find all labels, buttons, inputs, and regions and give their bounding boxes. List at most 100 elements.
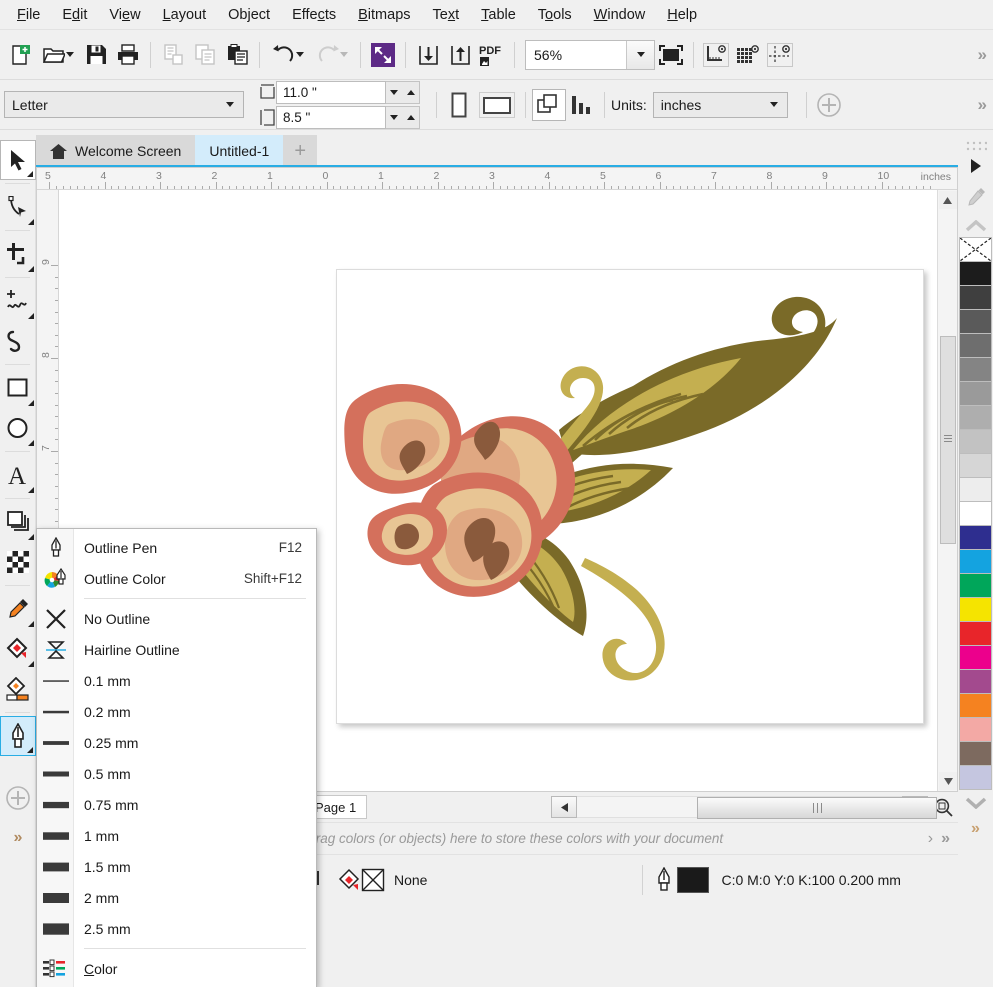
show-grid-button[interactable] xyxy=(732,38,764,72)
pick-tool[interactable] xyxy=(0,140,36,180)
undo-button[interactable] xyxy=(266,38,310,72)
page-height-field[interactable]: 8.5 " xyxy=(276,106,386,129)
palette-swatch[interactable] xyxy=(959,357,992,382)
page-width-field[interactable]: 11.0 " xyxy=(276,81,386,104)
menu-item-1-5-mm[interactable]: 1.5 mm xyxy=(37,851,316,882)
toolbox-overflow-button[interactable]: » xyxy=(0,818,36,858)
portrait-orientation-button[interactable] xyxy=(443,88,475,122)
freehand-tool-flyout[interactable] xyxy=(28,313,34,319)
menu-item-1-mm[interactable]: 1 mm xyxy=(37,820,316,851)
menu-item-0-2-mm[interactable]: 0.2 mm xyxy=(37,696,316,727)
menu-item-0-1-mm[interactable]: 0.1 mm xyxy=(37,665,316,696)
toolbar-overflow-button[interactable]: » xyxy=(978,45,987,65)
publish-pdf-button[interactable]: PDF xyxy=(476,38,508,72)
shape-tool[interactable] xyxy=(0,187,36,227)
landscape-orientation-button[interactable] xyxy=(475,88,519,122)
palette-swatch[interactable] xyxy=(959,693,992,718)
palette-swatch[interactable] xyxy=(959,717,992,742)
palette-swatch[interactable] xyxy=(959,597,992,622)
new-document-button[interactable] xyxy=(4,38,36,72)
canvas-vertical-scrollbar[interactable] xyxy=(937,190,957,791)
palette-swatch[interactable] xyxy=(959,573,992,598)
palette-swatch[interactable] xyxy=(959,429,992,454)
palette-swatch[interactable] xyxy=(959,405,992,430)
show-guidelines-button[interactable] xyxy=(764,38,796,72)
zoom-level-value[interactable]: 56% xyxy=(526,47,626,63)
crop-tool-flyout[interactable] xyxy=(28,266,34,272)
ellipse-tool[interactable] xyxy=(0,408,36,448)
text-tool[interactable]: A xyxy=(0,455,36,495)
import-button[interactable] xyxy=(412,38,444,72)
menu-item-0-75-mm[interactable]: 0.75 mm xyxy=(37,789,316,820)
menu-item-0-5-mm[interactable]: 0.5 mm xyxy=(37,758,316,789)
palette-swatch[interactable] xyxy=(959,261,992,286)
menu-item-no-outline[interactable]: No Outline xyxy=(37,603,316,634)
page-width-spinner[interactable] xyxy=(386,81,420,104)
scroll-down-button[interactable] xyxy=(939,772,957,790)
palette-scroll-down-button[interactable] xyxy=(959,792,992,814)
palette-overflow-button[interactable]: » xyxy=(959,818,992,840)
dock-grip[interactable] xyxy=(958,140,993,152)
menu-item-2-mm[interactable]: 2 mm xyxy=(37,882,316,913)
palette-swatch[interactable] xyxy=(959,645,992,670)
rectangle-tool-flyout[interactable] xyxy=(28,400,34,406)
menu-item-color[interactable]: Color xyxy=(37,953,316,984)
menu-view[interactable]: View xyxy=(98,3,151,27)
palette-swatch[interactable] xyxy=(959,477,992,502)
palette-swatch[interactable] xyxy=(959,285,992,310)
units-select[interactable]: inches xyxy=(653,92,788,118)
tab-welcome-screen[interactable]: Welcome Screen xyxy=(36,135,195,167)
undo-dropdown-caret[interactable] xyxy=(296,52,304,57)
paper-size-select[interactable]: Letter xyxy=(4,91,244,118)
menu-edit[interactable]: Edit xyxy=(51,3,98,27)
paper-size-caret[interactable] xyxy=(226,102,234,107)
menu-item-outline-color[interactable]: Outline ColorShift+F12 xyxy=(37,563,316,594)
outline-pen-flyout-arrow[interactable] xyxy=(27,747,33,753)
pick-tool-flyout[interactable] xyxy=(27,171,33,177)
fill-status[interactable]: None xyxy=(338,867,427,893)
color-palette[interactable] xyxy=(958,261,993,790)
tab-untitled-1[interactable]: Untitled-1 xyxy=(195,135,283,167)
artistic-media-tool[interactable] xyxy=(0,321,36,361)
palette-swatch[interactable] xyxy=(959,669,992,694)
menu-bitmaps[interactable]: Bitmaps xyxy=(347,3,421,27)
menu-tools[interactable]: Tools xyxy=(527,3,583,27)
save-button[interactable] xyxy=(80,38,112,72)
palette-swatch[interactable] xyxy=(959,621,992,646)
outline-pen-tool[interactable] xyxy=(0,716,36,756)
menu-item-outline-pen[interactable]: Outline PenF12 xyxy=(37,532,316,563)
import-shortcut-button[interactable] xyxy=(367,38,399,72)
paste-button[interactable] xyxy=(221,38,253,72)
palette-swatch[interactable] xyxy=(959,501,992,526)
property-bar-overflow[interactable]: » xyxy=(978,95,987,115)
transparency-tool[interactable] xyxy=(0,542,36,582)
menu-object[interactable]: Object xyxy=(217,3,281,27)
vertical-scroll-thumb[interactable] xyxy=(940,336,956,544)
crop-tool[interactable] xyxy=(0,234,36,274)
open-document-button[interactable] xyxy=(36,38,80,72)
parallel-dimension-tool[interactable] xyxy=(0,502,36,542)
palette-swatch[interactable] xyxy=(959,453,992,478)
parallel-dimension-flyout[interactable] xyxy=(28,534,34,540)
palette-swatch[interactable] xyxy=(959,765,992,790)
export-button[interactable] xyxy=(444,38,476,72)
ellipse-tool-flyout[interactable] xyxy=(28,440,34,446)
menu-item-hairline-outline[interactable]: Hairline Outline xyxy=(37,634,316,665)
menu-item-0-25-mm[interactable]: 0.25 mm xyxy=(37,727,316,758)
zoom-level-combo[interactable]: 56% xyxy=(525,40,655,70)
add-tool-button[interactable] xyxy=(0,778,36,818)
eyedropper-flyout[interactable] xyxy=(28,621,34,627)
zoom-dropdown-caret[interactable] xyxy=(626,41,654,69)
outline-pen-flyout-menu[interactable]: Outline PenF12Outline ColorShift+F12 No O… xyxy=(36,528,317,987)
open-dropdown-caret[interactable] xyxy=(66,52,74,57)
document-page[interactable] xyxy=(336,269,924,724)
scroll-up-button[interactable] xyxy=(939,191,957,209)
palette-swatch[interactable] xyxy=(959,309,992,334)
horizontal-scroll-thumb[interactable] xyxy=(697,797,937,819)
menu-file[interactable]: File xyxy=(6,3,51,27)
interactive-fill-tool[interactable] xyxy=(0,629,36,669)
menu-help[interactable]: Help xyxy=(656,3,708,27)
add-property-button[interactable] xyxy=(813,88,845,122)
outline-status[interactable]: C:0 M:0 Y:0 K:100 0.200 mm xyxy=(655,867,901,893)
menu-table[interactable]: Table xyxy=(470,3,527,27)
